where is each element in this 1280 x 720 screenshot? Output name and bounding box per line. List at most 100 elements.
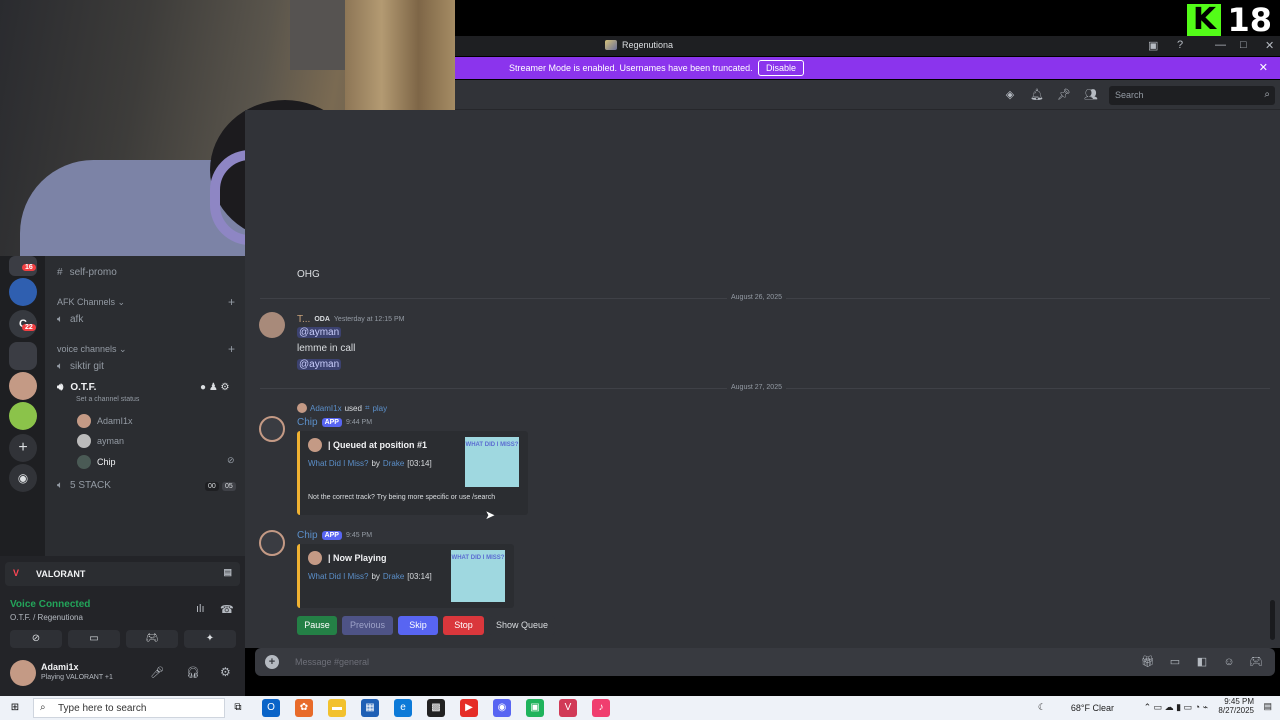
folder-icon[interactable]: [9, 342, 37, 370]
disconnect-icon[interactable]: ☎: [220, 603, 234, 616]
outlook-icon[interactable]: O: [262, 699, 280, 717]
mention[interactable]: @ayman: [297, 327, 342, 338]
album-thumbnail[interactable]: WHAT DID I MISS?: [465, 437, 519, 487]
taskbar-search[interactable]: ⌕ Type here to search: [33, 698, 225, 718]
activity-button[interactable]: 🎮︎: [126, 630, 178, 648]
mention[interactable]: @ayman: [297, 359, 342, 370]
user-count: 00: [205, 482, 219, 491]
discover-icon[interactable]: ◉: [9, 464, 37, 492]
valorant-taskbar-icon[interactable]: V: [559, 699, 577, 717]
pin-icon[interactable]: 📌︎: [1057, 88, 1071, 102]
voice-user[interactable]: AdamI1x: [77, 414, 133, 428]
stop-button[interactable]: Stop: [443, 616, 484, 635]
copilot-icon[interactable]: ✿: [295, 699, 313, 717]
bell-icon[interactable]: 🔔︎: [1030, 88, 1044, 102]
channel-actions-icons[interactable]: ● ♟ ⚙: [200, 382, 230, 393]
weather-icon[interactable]: ☾: [1038, 702, 1046, 713]
apps-icon[interactable]: 🎮︎: [1249, 655, 1263, 669]
sticker-icon[interactable]: ◧: [1195, 655, 1209, 669]
game-activity[interactable]: V VALORANT ▤: [5, 562, 240, 586]
youtube-icon[interactable]: ▶: [460, 699, 478, 717]
show-queue-button[interactable]: Show Queue: [489, 616, 555, 635]
app-icon[interactable]: ♪: [592, 699, 610, 717]
voice-connected-label[interactable]: Voice Connected: [10, 599, 90, 610]
speaker-icon: 🔈︎: [57, 480, 63, 491]
app-icon[interactable]: ▩: [427, 699, 445, 717]
track-link[interactable]: What Did I Miss?: [308, 459, 368, 468]
album-thumbnail[interactable]: WHAT DID I MISS?: [451, 550, 505, 602]
avatar: [297, 403, 307, 413]
command-user[interactable]: AdamI1x: [310, 404, 342, 413]
channel-siktir[interactable]: 🔈︎ siktir git: [57, 361, 104, 372]
category-afk[interactable]: AFK Channels ⌄: [57, 297, 125, 308]
message-text: OHG: [297, 269, 320, 280]
minimize-button[interactable]: —: [1215, 39, 1226, 51]
channel-self-promo[interactable]: # self-promo: [57, 267, 117, 278]
microphone-icon[interactable]: 🎤︎: [150, 666, 164, 679]
avatar[interactable]: [10, 660, 36, 686]
channel-5-stack[interactable]: 🔈︎ 5 STACK: [57, 480, 111, 491]
voice-user[interactable]: ayman: [77, 434, 124, 448]
inbox-icon[interactable]: ▣: [1148, 39, 1158, 52]
server-icon[interactable]: [9, 372, 37, 400]
avatar[interactable]: [259, 312, 285, 338]
user-name[interactable]: Adami1x: [41, 662, 79, 672]
help-icon[interactable]: ?: [1177, 39, 1183, 51]
file-explorer-icon[interactable]: ▬: [328, 699, 346, 717]
message-composer[interactable]: + Message #general 🎁︎ ▭ ◧ ☺ 🎮︎: [255, 648, 1275, 676]
overlay-icon[interactable]: ▤: [223, 567, 232, 578]
author-name[interactable]: Chip: [297, 417, 318, 428]
skip-button[interactable]: Skip: [398, 616, 438, 635]
add-server-icon[interactable]: +: [9, 434, 37, 462]
channel-afk[interactable]: 🔈︎ afk: [57, 314, 83, 325]
clock-time: 9:45 PM: [1224, 697, 1254, 706]
threads-icon[interactable]: ◈: [1003, 88, 1017, 102]
noise-suppression-icon[interactable]: ılı: [196, 603, 205, 615]
channel-status[interactable]: Set a channel status: [76, 396, 139, 403]
command-name[interactable]: play: [372, 404, 387, 413]
server-icon[interactable]: [9, 278, 37, 306]
add-attachment-icon[interactable]: +: [265, 655, 279, 669]
close-button[interactable]: ✕: [1265, 39, 1274, 52]
tray-icons[interactable]: ⌃ ▭ ☁ ▮ ▭ ◔ ⌁: [1144, 702, 1208, 713]
store-icon[interactable]: ▦: [361, 699, 379, 717]
voice-user[interactable]: Chip: [77, 455, 116, 469]
chip-avatar[interactable]: [259, 530, 285, 556]
settings-icon[interactable]: ⚙: [220, 665, 231, 679]
artist-link[interactable]: Drake: [383, 459, 404, 468]
author-name[interactable]: T...: [297, 314, 310, 325]
track-link[interactable]: What Did I Miss?: [308, 572, 368, 581]
windows-start-icon[interactable]: ⊞: [6, 699, 24, 717]
edge-icon[interactable]: e: [394, 699, 412, 717]
author-name[interactable]: Chip: [297, 530, 318, 541]
close-icon[interactable]: ✕: [1259, 61, 1268, 74]
members-icon[interactable]: 👥︎: [1084, 88, 1098, 102]
task-view-icon[interactable]: ⧉: [229, 699, 247, 717]
discord-icon[interactable]: ◉: [493, 699, 511, 717]
disable-streamer-button[interactable]: Disable: [758, 60, 805, 76]
previous-button[interactable]: Previous: [342, 616, 393, 635]
headphones-icon[interactable]: 🎧︎: [186, 666, 200, 679]
soundboard-button[interactable]: ✦: [184, 630, 236, 648]
chip-avatar[interactable]: [259, 416, 285, 442]
server-icon[interactable]: [9, 402, 37, 430]
channel-otf[interactable]: 🔊︎ O.T.F.: [57, 382, 96, 393]
add-channel-icon[interactable]: +: [228, 342, 235, 356]
notifications-icon[interactable]: ▤: [1263, 701, 1272, 712]
emoji-icon[interactable]: ☺: [1222, 655, 1236, 669]
chat-scrollbar[interactable]: [1270, 600, 1275, 640]
weather-text[interactable]: 68°F Clear: [1071, 703, 1114, 713]
add-channel-icon[interactable]: +: [228, 295, 235, 309]
artist-link[interactable]: Drake: [383, 572, 404, 581]
maximize-button[interactable]: □: [1240, 39, 1247, 51]
category-voice[interactable]: voice channels ⌄: [57, 344, 127, 355]
video-off-button[interactable]: ⊘: [10, 630, 62, 648]
search-input[interactable]: Search ⌕: [1109, 86, 1275, 105]
gif-icon[interactable]: ▭: [1168, 655, 1182, 669]
app-icon[interactable]: ▣: [526, 699, 544, 717]
gift-icon[interactable]: 🎁︎: [1141, 655, 1155, 669]
pause-button[interactable]: Pause: [297, 616, 337, 635]
screen-share-button[interactable]: ▭: [68, 630, 120, 648]
clock[interactable]: 9:45 PM 8/27/2025: [1218, 697, 1254, 715]
voice-location[interactable]: O.T.F. / Regenutiona: [10, 613, 90, 622]
